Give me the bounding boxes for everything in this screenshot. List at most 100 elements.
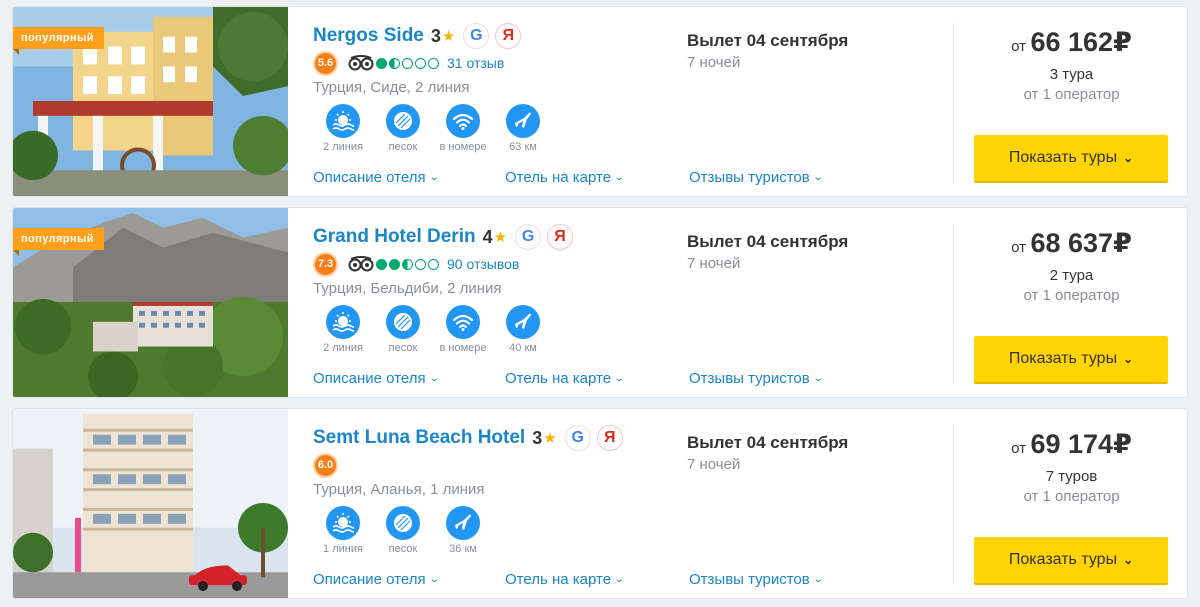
feature-label: 63 км: [509, 141, 537, 153]
hotel-photo[interactable]: популярный: [13, 208, 288, 397]
hotel-map-link[interactable]: Отель на карте ⌄: [505, 571, 689, 588]
bubble: [428, 57, 439, 69]
hotel-map-link[interactable]: Отель на карте ⌄: [505, 370, 689, 387]
rating-score: 7.3: [313, 251, 338, 277]
price: 66 162₽: [1030, 27, 1132, 57]
feature-label: песок: [388, 141, 418, 153]
reviews-count[interactable]: 31 отзыв: [447, 55, 504, 71]
feature-beach-line: 2 линия: [313, 104, 373, 153]
bubble: [402, 57, 413, 69]
chevron-down-icon: ⌄: [812, 172, 824, 183]
rating-row: 6.0: [313, 452, 673, 478]
yandex-icon[interactable]: Я: [495, 23, 522, 49]
hotel-photo[interactable]: [13, 409, 288, 598]
departure-date: Вылет 04 сентября: [687, 31, 849, 50]
stars-count: 3: [532, 427, 543, 448]
beach-icon: [326, 305, 360, 339]
google-icon[interactable]: G: [515, 224, 542, 250]
airport-icon: [446, 506, 480, 540]
hotel-photo[interactable]: популярный: [13, 7, 288, 196]
hotel-name[interactable]: Semt Luna Beach Hotel: [313, 427, 525, 449]
bubble: [402, 258, 413, 270]
chevron-down-icon: ⌄: [428, 574, 440, 585]
price-column: от 69 174₽ 7 туров от 1 оператор Показат…: [953, 425, 1187, 585]
show-tours-button[interactable]: Показать туры ⌄: [974, 336, 1168, 384]
price-from: от: [1011, 239, 1027, 256]
price: 69 174₽: [1030, 429, 1132, 459]
departure-info: Вылет 04 сентября 7 ночей: [687, 433, 848, 473]
departure-info: Вылет 04 сентября 7 ночей: [687, 31, 848, 71]
feature-beach-line: 1 линия: [313, 506, 373, 555]
hotel-card: популярный Grand Hotel Derin 4★ G Я 7.3: [12, 207, 1188, 398]
bubble: [376, 258, 387, 270]
airport-icon: [506, 305, 540, 339]
yandex-icon[interactable]: Я: [596, 425, 623, 451]
google-icon[interactable]: G: [463, 23, 490, 49]
hotel-name[interactable]: Grand Hotel Derin: [313, 226, 476, 248]
features: 2 линия песок в номере 63 км: [313, 104, 673, 153]
features: 1 линия песок 36 км: [313, 506, 673, 555]
hotel-map-link[interactable]: Отель на карте ⌄: [505, 169, 689, 186]
show-tours-button[interactable]: Показать туры ⌄: [974, 135, 1168, 183]
hotel-links: Описание отеля ⌄ Отель на карте ⌄ Отзывы т…: [313, 370, 824, 387]
feature-label: 40 км: [509, 342, 537, 354]
chevron-down-icon: ⌄: [812, 373, 824, 384]
feature-sand: песок: [373, 305, 433, 354]
tourist-reviews-link[interactable]: Отзывы туристов ⌄: [689, 571, 823, 588]
stars-count: 4: [482, 226, 493, 247]
beach-icon: [326, 506, 360, 540]
sand-icon: [386, 104, 420, 138]
hotel-description-link[interactable]: Описание отеля ⌄: [313, 169, 505, 186]
chevron-down-icon: ⌄: [1123, 151, 1134, 165]
feature-wifi: в номере: [433, 305, 493, 354]
feature-label: 2 линия: [323, 141, 363, 153]
bubble: [415, 258, 426, 270]
wifi-icon: [446, 104, 480, 138]
bubble: [389, 258, 400, 270]
tripadvisor-bubbles: [376, 258, 441, 270]
chevron-down-icon: ⌄: [613, 172, 625, 183]
hotel-description-link[interactable]: Описание отеля ⌄: [313, 370, 505, 387]
tourist-reviews-link[interactable]: Отзывы туристов ⌄: [689, 169, 824, 186]
hotel-location: Турция, Сиде, 2 линия: [313, 79, 470, 96]
button-label: Показать туры: [1008, 551, 1118, 568]
link-label: Описание отеля: [313, 370, 426, 387]
hotel-links: Описание отеля ⌄ Отель на карте ⌄ Отзывы т…: [313, 169, 824, 186]
title-row: Grand Hotel Derin 4 ★ G Я: [313, 222, 673, 252]
feature-label: в номере: [439, 141, 487, 153]
nights-count: 7 ночей: [687, 456, 741, 473]
hotel-stars: 4 ★: [483, 227, 507, 248]
hotel-name[interactable]: Nergos Side: [313, 25, 424, 47]
hotel-links: Описание отеля ⌄ Отель на карте ⌄ Отзывы т…: [313, 571, 823, 588]
departure-date: Вылет 04 сентября: [687, 433, 849, 452]
tours-count: 7 туров: [1045, 468, 1098, 485]
show-tours-button[interactable]: Показать туры ⌄: [974, 537, 1168, 585]
feature-sand: песок: [373, 506, 433, 555]
google-icon[interactable]: G: [564, 425, 591, 451]
price-from: от: [1011, 440, 1027, 457]
reviews-count[interactable]: 90 отзывов: [447, 256, 519, 272]
hotel-info: Grand Hotel Derin 4★ G Я 7.3 90 отзывов: [313, 222, 673, 354]
feature-label: песок: [388, 543, 418, 555]
wifi-icon: [446, 305, 480, 339]
feature-label: 2 линия: [323, 342, 363, 354]
yandex-icon[interactable]: Я: [547, 224, 574, 250]
tourist-reviews-link[interactable]: Отзывы туристов ⌄: [689, 370, 824, 387]
link-label: Отзывы туристов: [689, 370, 810, 387]
rating-row: 5.6 31 отзыв: [313, 50, 673, 76]
hotel-description-link[interactable]: Описание отеля ⌄: [313, 571, 505, 588]
price: 68 637₽: [1030, 228, 1132, 258]
sand-icon: [386, 506, 420, 540]
star-icon: ★: [441, 28, 456, 45]
rating-score: 6.0: [313, 452, 338, 478]
hotel-info: Semt Luna Beach Hotel 3 ★ G Я 6.0 Турция,…: [313, 423, 673, 555]
chevron-down-icon: ⌄: [613, 574, 625, 585]
link-label: Описание отеля: [313, 571, 426, 588]
stars-count: 3: [430, 25, 441, 46]
link-label: Отзывы туристов: [689, 571, 810, 588]
sand-icon: [386, 305, 420, 339]
feature-airport: 40 км: [493, 305, 553, 354]
feature-sand: песок: [373, 104, 433, 153]
price-column: от 66 162₽ 3 тура от 1 оператор Показать…: [953, 23, 1187, 183]
link-label: Отель на карте: [505, 370, 612, 387]
